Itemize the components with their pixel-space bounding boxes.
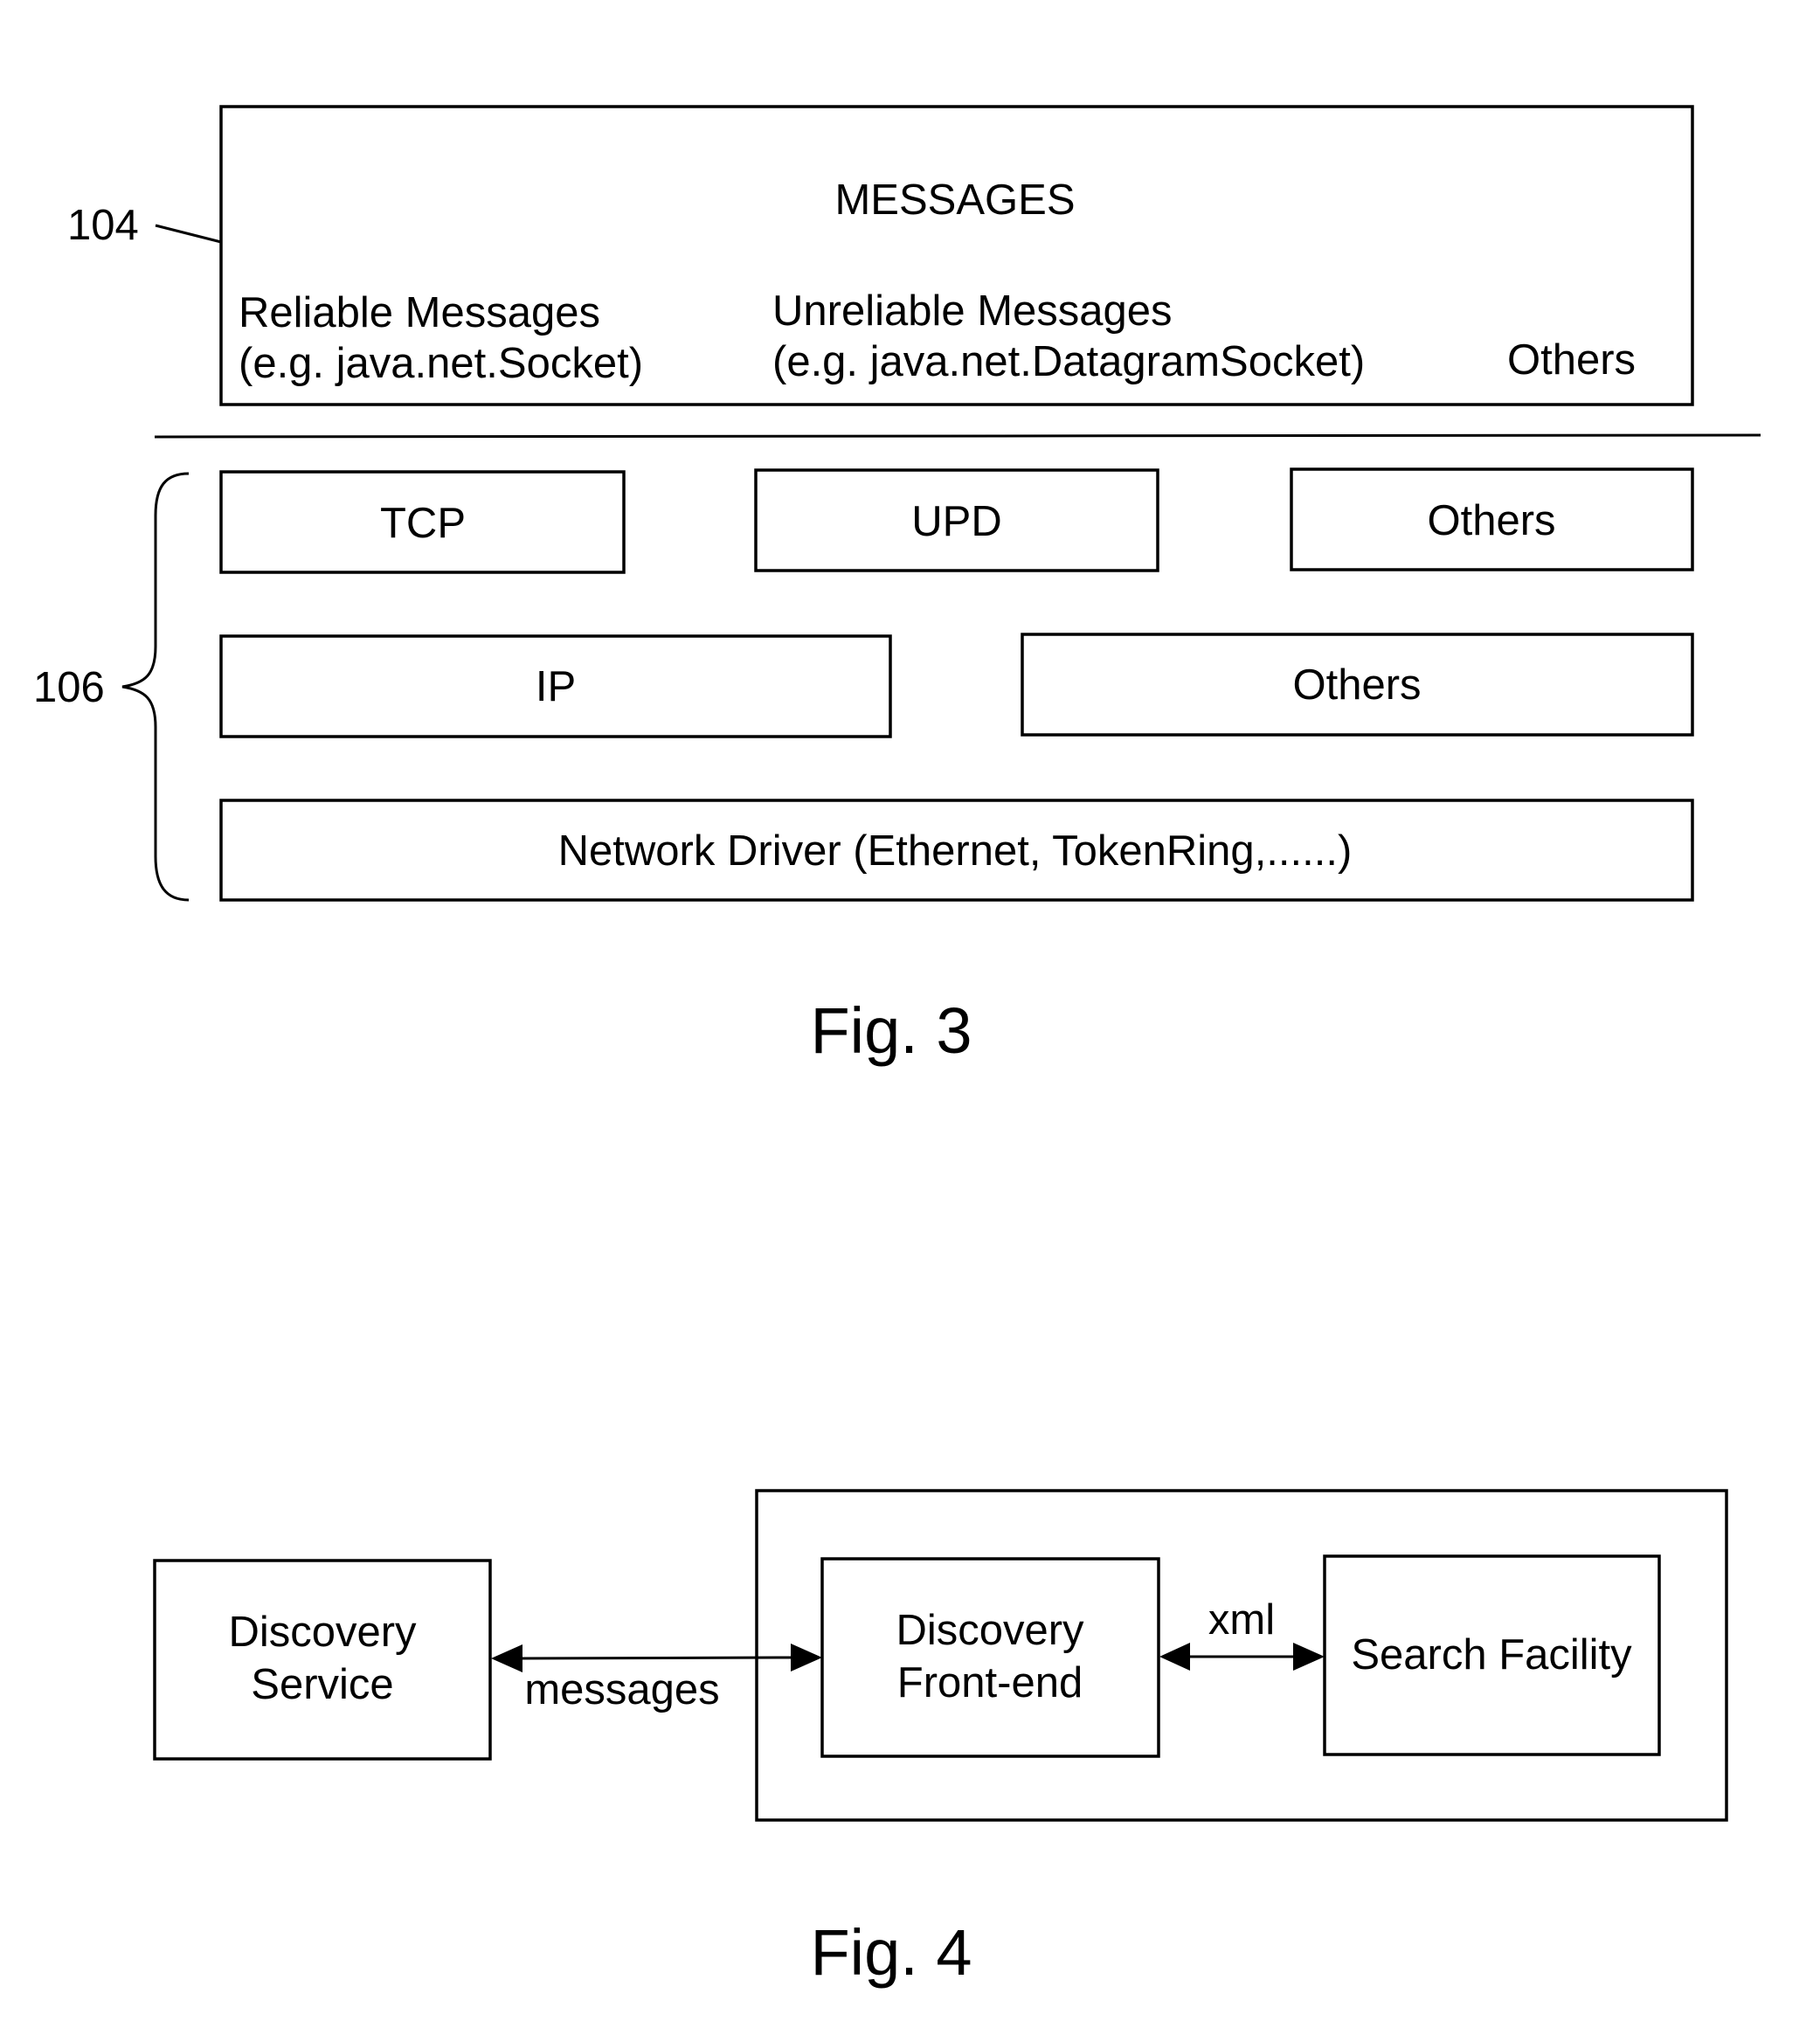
transport-others-label: Others <box>1427 497 1555 544</box>
ref-label-106: 106 <box>33 664 105 711</box>
reliable-messages-example: (e.g. java.net.Socket) <box>239 340 643 387</box>
discovery-service-label-line1: Discovery <box>228 1609 417 1656</box>
fig3-caption: Fig. 3 <box>810 994 972 1067</box>
messages-arrowhead-left-icon <box>491 1644 522 1672</box>
discovery-service-label-line2: Service <box>251 1661 393 1708</box>
discovery-service-box <box>153 1559 492 1761</box>
patent-figures: 104 MESSAGES Reliable Messages (e.g. jav… <box>33 105 1761 1989</box>
tcp-label: TCP <box>380 500 466 547</box>
messages-others-label: Others <box>1507 336 1636 384</box>
fig4: Discovery Service Discovery Front-end Se… <box>153 1489 1728 1989</box>
unreliable-messages-label: Unreliable Messages <box>772 287 1173 335</box>
ip-label: IP <box>536 663 576 710</box>
layer-separator-line <box>154 433 1761 439</box>
network-others-label: Others <box>1292 661 1421 709</box>
reliable-messages-label: Reliable Messages <box>239 289 600 336</box>
search-facility-label: Search Facility <box>1351 1631 1632 1678</box>
upd-label: UPD <box>911 498 1001 545</box>
discovery-frontend-label-line1: Discovery <box>896 1607 1084 1654</box>
transport-row: TCP UPD Others <box>219 467 1694 574</box>
messages-title: MESSAGES <box>834 176 1075 224</box>
discovery-frontend-box <box>820 1557 1160 1758</box>
xml-link-label: xml <box>1208 1596 1275 1644</box>
messages-link-label: messages <box>524 1666 719 1713</box>
fig4-caption: Fig. 4 <box>810 1916 972 1989</box>
transport-stack-brace <box>121 472 190 902</box>
discovery-frontend-label-line2: Front-end <box>897 1659 1083 1706</box>
ref-label-104: 104 <box>67 202 139 249</box>
network-row: IP Others <box>219 633 1694 738</box>
unreliable-messages-example: (e.g. java.net.DatagramSocket) <box>772 338 1365 385</box>
ref-104-leader-line <box>155 224 222 244</box>
fig3: 104 MESSAGES Reliable Messages (e.g. jav… <box>33 105 1761 1067</box>
network-driver-label: Network Driver (Ethernet, TokenRing,....… <box>558 827 1353 875</box>
